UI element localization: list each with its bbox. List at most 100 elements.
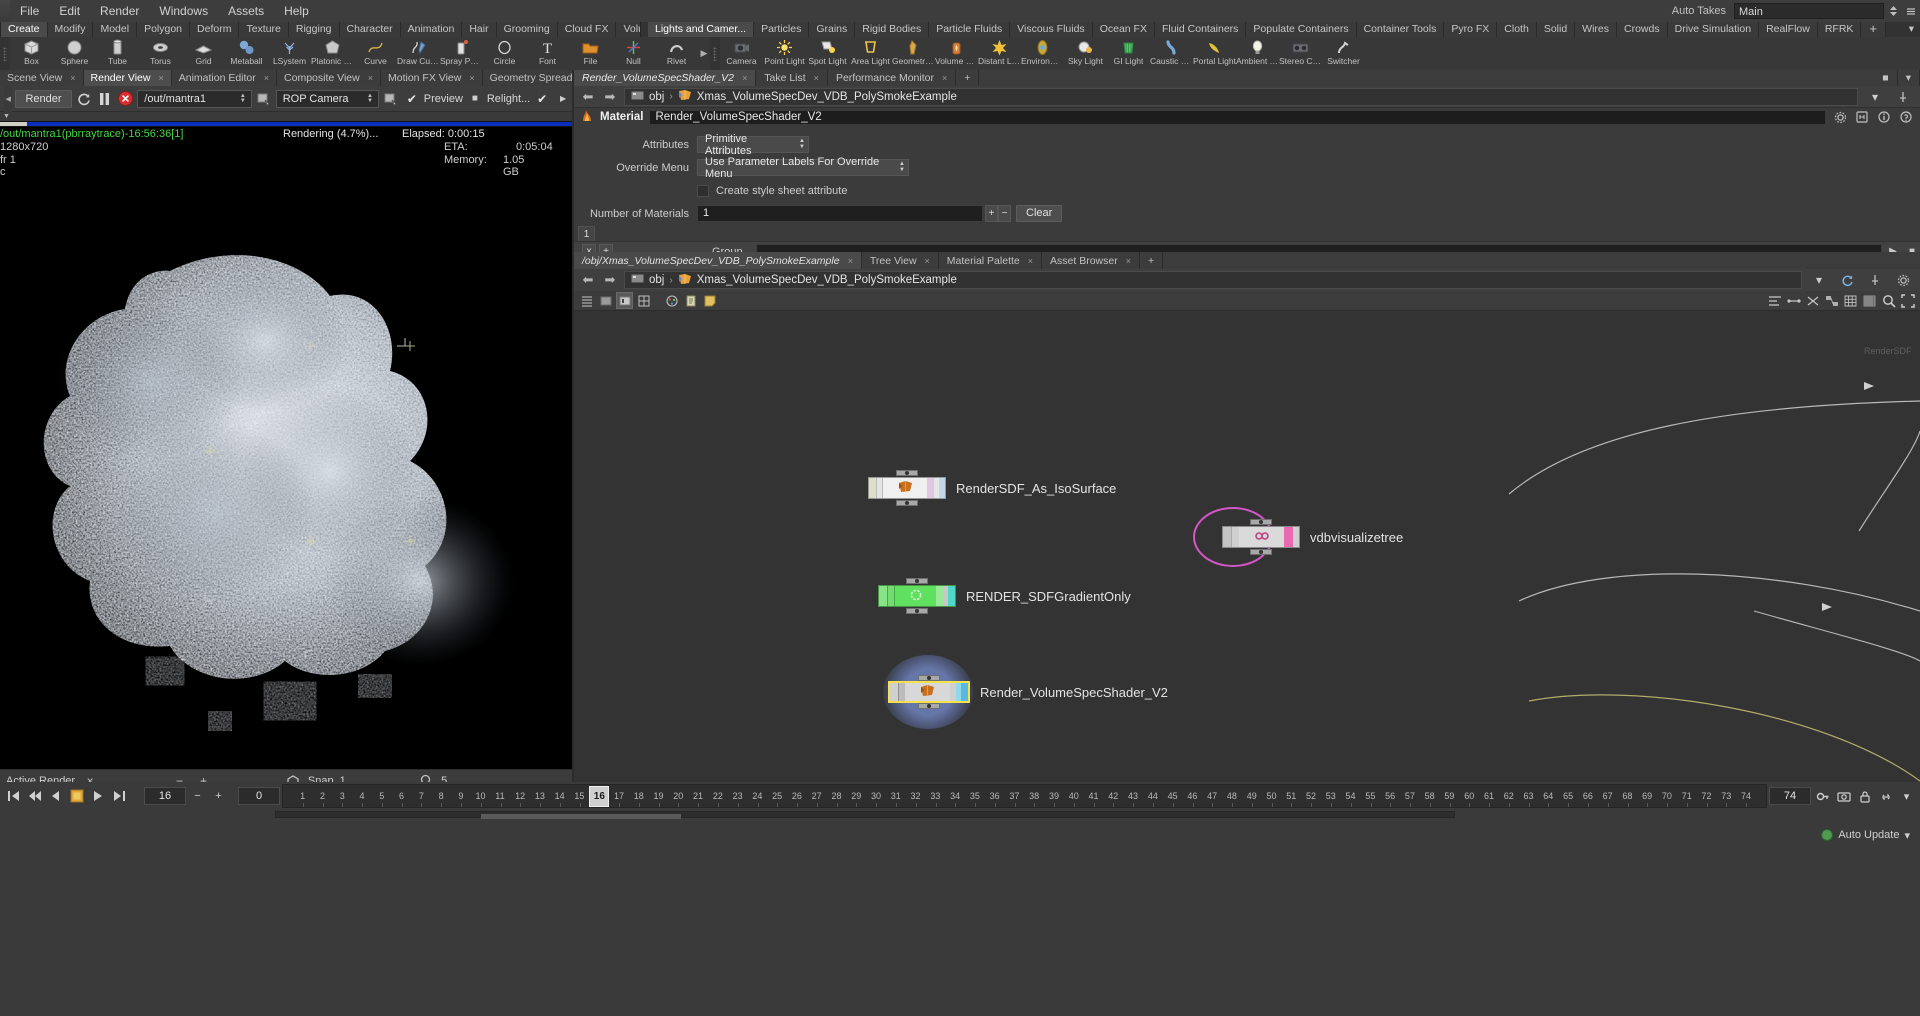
back-arrow-icon[interactable]: ⬅: [580, 88, 596, 106]
network-node-rendersdf-as-isosurface[interactable]: RenderSDF_As_IsoSurface: [868, 470, 1116, 506]
node-shape-icon[interactable]: [597, 292, 614, 309]
hda-icon[interactable]: [1854, 109, 1870, 125]
frame-decrement-icon[interactable]: −: [188, 787, 207, 806]
tab-material-palette[interactable]: Material Palette ×: [938, 252, 1043, 269]
search-icon[interactable]: [1880, 292, 1897, 309]
network-pin-icon[interactable]: [1864, 271, 1886, 289]
tab-tree-view[interactable]: Tree View ×: [861, 252, 939, 269]
attributes-dropdown[interactable]: Primitive Attributes ▲ ▼: [697, 133, 809, 157]
shelf-tab-wires[interactable]: Wires: [1575, 22, 1618, 37]
current-frame-field[interactable]: 16: [144, 787, 186, 805]
shelf-tab-hair[interactable]: Hair: [462, 22, 497, 37]
shelf-tool-gi-light[interactable]: GI Light: [1107, 37, 1150, 70]
shelf-tab-pyro-fx[interactable]: Pyro FX: [1444, 22, 1498, 37]
frame-increment-field[interactable]: 0: [238, 787, 280, 805]
stop-playback-icon[interactable]: [67, 787, 86, 806]
range-track[interactable]: [275, 811, 1455, 819]
shelf-tool-lsystem[interactable]: LSystem: [268, 37, 311, 70]
take-selector[interactable]: Main: [1734, 3, 1884, 19]
shelf-tab-viscous-fluids[interactable]: Viscous Fluids: [1010, 22, 1093, 37]
shelf-tab-modify[interactable]: Modify: [47, 22, 94, 37]
align-icon[interactable]: [1766, 292, 1783, 309]
shelf-tab-container-tools[interactable]: Container Tools: [1356, 22, 1445, 37]
close-icon[interactable]: ×: [368, 73, 373, 83]
shelf-tool-spray-paint[interactable]: Spray Paint: [440, 37, 483, 70]
close-icon[interactable]: ×: [70, 73, 75, 83]
refresh-icon[interactable]: [75, 89, 93, 108]
network-node-vdbvisualizetree[interactable]: vdbvisualizetree: [1193, 507, 1403, 567]
pick-camera-icon[interactable]: [382, 89, 400, 108]
menu-assets[interactable]: Assets: [218, 0, 274, 22]
info-icon[interactable]: [1876, 109, 1892, 125]
network-list-icon[interactable]: [578, 292, 595, 309]
shelf-tool-distant-light[interactable]: Distant Light: [978, 37, 1021, 70]
tab-scene-view[interactable]: Scene View ×: [0, 70, 84, 86]
camera-selector[interactable]: ROP Camera ▲ ▼: [275, 89, 379, 108]
shelf-tab-grooming[interactable]: Grooming: [496, 22, 558, 37]
sticky-note-icon[interactable]: [701, 292, 718, 309]
relight-square-icon[interactable]: ■: [466, 89, 484, 108]
relight-check-icon[interactable]: ✔: [533, 89, 551, 108]
rendered-image[interactable]: [0, 181, 572, 761]
network-gear-icon[interactable]: [1892, 271, 1914, 289]
shelf-tab-polygon[interactable]: Polygon: [137, 22, 191, 37]
network-path-field[interactable]: obj › Xmas_VolumeSpecDev_VDB_PolySmokeEx…: [624, 271, 1802, 289]
close-icon[interactable]: ×: [469, 73, 474, 83]
forward-arrow-icon[interactable]: ➡: [602, 271, 618, 289]
tab-composite-view[interactable]: Composite View ×: [277, 70, 381, 86]
menu-help[interactable]: Help: [274, 0, 319, 22]
shelf-tab-animation[interactable]: Animation: [400, 22, 463, 37]
grid-fine-icon[interactable]: [1861, 292, 1878, 309]
toolbar-more-icon[interactable]: ▶: [554, 89, 572, 108]
network-node-render-sdfgradientonly[interactable]: RENDER_SDFGradientOnly: [878, 578, 1131, 614]
preview-check-icon[interactable]: ✔: [403, 89, 421, 108]
menu-edit[interactable]: Edit: [49, 0, 90, 22]
node-output-port[interactable]: [906, 608, 928, 614]
snapshot-icon[interactable]: [1834, 787, 1853, 806]
chain-icon[interactable]: [1876, 787, 1895, 806]
spinner-icon[interactable]: ▲ ▼: [799, 138, 805, 150]
shelf-tab-deform[interactable]: Deform: [190, 22, 240, 37]
skip-first-icon[interactable]: [4, 787, 23, 806]
shelf-tab-cloth[interactable]: Cloth: [1497, 22, 1537, 37]
node-input-port[interactable]: [896, 470, 918, 476]
close-icon[interactable]: ×: [814, 73, 819, 83]
shelf-tools-grip-right[interactable]: [710, 37, 720, 70]
stop-render-icon[interactable]: [116, 89, 134, 108]
close-icon[interactable]: ×: [158, 73, 163, 83]
node-body[interactable]: [1222, 519, 1300, 555]
clear-materials-button[interactable]: Clear: [1016, 205, 1063, 222]
shelf-tool-box[interactable]: Box: [10, 37, 53, 70]
close-icon[interactable]: ×: [942, 73, 947, 83]
shelf-tool-platonic-solid[interactable]: Platonic Sol...: [311, 37, 354, 70]
shelf-tool-grid[interactable]: Grid: [182, 37, 225, 70]
grid-snap-icon[interactable]: [635, 292, 652, 309]
frame-increment-icon[interactable]: +: [209, 787, 228, 806]
menu-windows[interactable]: Windows: [149, 0, 218, 22]
shelf-tool-curve[interactable]: Curve: [354, 37, 397, 70]
render-view-subbar[interactable]: ▼: [0, 112, 572, 121]
rop-path-selector[interactable]: /out/mantra1 ▲ ▼: [137, 89, 252, 108]
close-icon[interactable]: ×: [742, 73, 747, 83]
shelf-tool-portal-light[interactable]: Portal Light: [1193, 37, 1236, 70]
render-display[interactable]: /out/mantra1(pbrraytrace)-16:56:36[1] Re…: [0, 121, 572, 769]
key-icon[interactable]: [1813, 787, 1832, 806]
shelf-tool-stereo-camera[interactable]: Stereo Cam...: [1279, 37, 1322, 70]
tab-animation-editor[interactable]: Animation Editor ×: [171, 70, 278, 86]
number-of-materials-field[interactable]: 1: [697, 205, 983, 222]
shelf-tool-geometry-light[interactable]: Geometry L...: [892, 37, 935, 70]
shelf-tool-point-light[interactable]: Point Light: [763, 37, 806, 70]
material-name-field[interactable]: Render_VolumeSpecShader_V2: [649, 109, 1826, 125]
shelf-tool-volume-light[interactable]: Volume Light: [935, 37, 978, 70]
playbar-menu-icon[interactable]: ▾: [1897, 787, 1916, 806]
close-icon[interactable]: ×: [925, 256, 930, 266]
network-canvas[interactable]: RenderSDF RenderSDF_As_IsoSurface vdbvis…: [574, 311, 1920, 782]
shelf-left-more-icon[interactable]: ▶: [698, 37, 710, 70]
shelf-right-add-tab-button[interactable]: +: [1861, 22, 1887, 37]
take-up-down-icon[interactable]: [1884, 2, 1902, 20]
shelf-tool-switcher[interactable]: Switcher: [1322, 37, 1365, 70]
shelf-tab-populate-containers[interactable]: Populate Containers: [1246, 22, 1357, 37]
shelf-tab-realflow[interactable]: RealFlow: [1759, 22, 1818, 37]
connect-icon[interactable]: [1785, 292, 1802, 309]
grid-icon[interactable]: [1842, 292, 1859, 309]
